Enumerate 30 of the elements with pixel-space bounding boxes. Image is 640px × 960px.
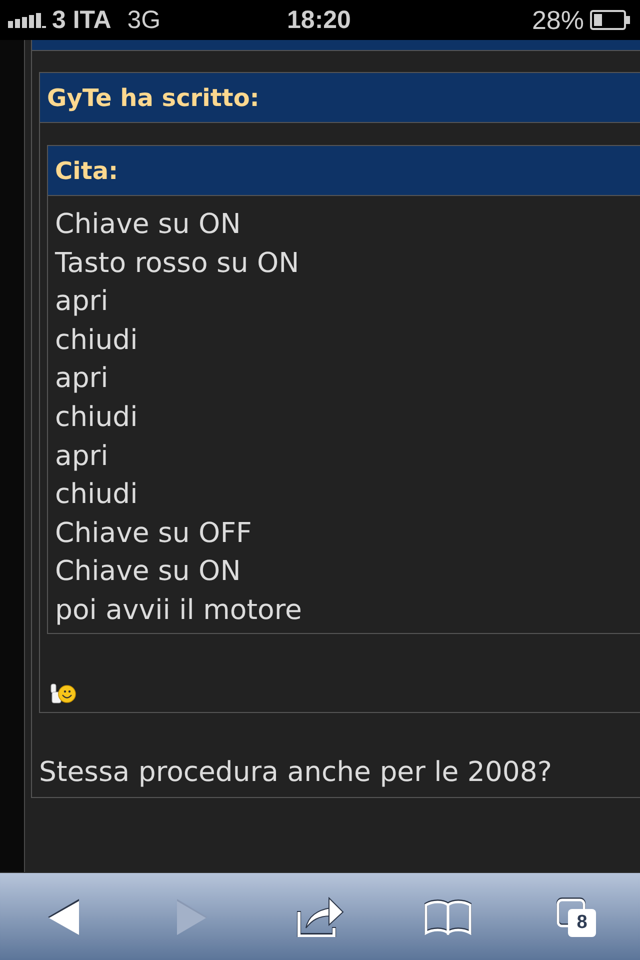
quote-line: Chiave su OFF bbox=[55, 516, 252, 551]
quote-line: Tasto rosso su ON bbox=[55, 246, 300, 281]
quote-line: apri bbox=[55, 361, 108, 396]
share-button[interactable] bbox=[296, 896, 344, 936]
book-icon bbox=[423, 898, 473, 934]
quote-line: Chiave su ON bbox=[55, 554, 241, 590]
carrier-name: 3 ITA bbox=[52, 6, 112, 34]
back-arrow-icon bbox=[47, 898, 81, 936]
signal-strength-icon bbox=[8, 12, 46, 28]
clock-time: 18:20 bbox=[287, 6, 351, 34]
tabs-button[interactable]: 8 bbox=[556, 896, 596, 936]
bookmarks-button[interactable] bbox=[423, 898, 473, 934]
quote-line: chiudi bbox=[55, 477, 138, 512]
forward-arrow-icon bbox=[176, 898, 208, 936]
quote-line: poi avvii il motore bbox=[55, 592, 302, 628]
quote-line: Chiave su ON bbox=[55, 207, 241, 242]
network-type: 3G bbox=[127, 6, 161, 34]
quote-line: chiudi bbox=[55, 400, 138, 435]
quote-line: chiudi bbox=[55, 322, 138, 358]
quote-line: apri bbox=[55, 438, 108, 474]
quote-author-header: GyTe ha scritto: bbox=[40, 73, 640, 123]
post-text: Stessa procedura anche per le 2008? bbox=[39, 756, 552, 787]
tab-count-badge: 8 bbox=[568, 908, 596, 936]
waving-smiley-icon bbox=[50, 682, 76, 704]
battery-icon bbox=[590, 10, 630, 30]
quote-header: Cita: bbox=[48, 146, 640, 196]
quote-line: apri bbox=[55, 284, 108, 320]
share-icon bbox=[296, 896, 344, 936]
battery-percent: 28% bbox=[532, 4, 584, 36]
back-button[interactable] bbox=[47, 898, 81, 936]
